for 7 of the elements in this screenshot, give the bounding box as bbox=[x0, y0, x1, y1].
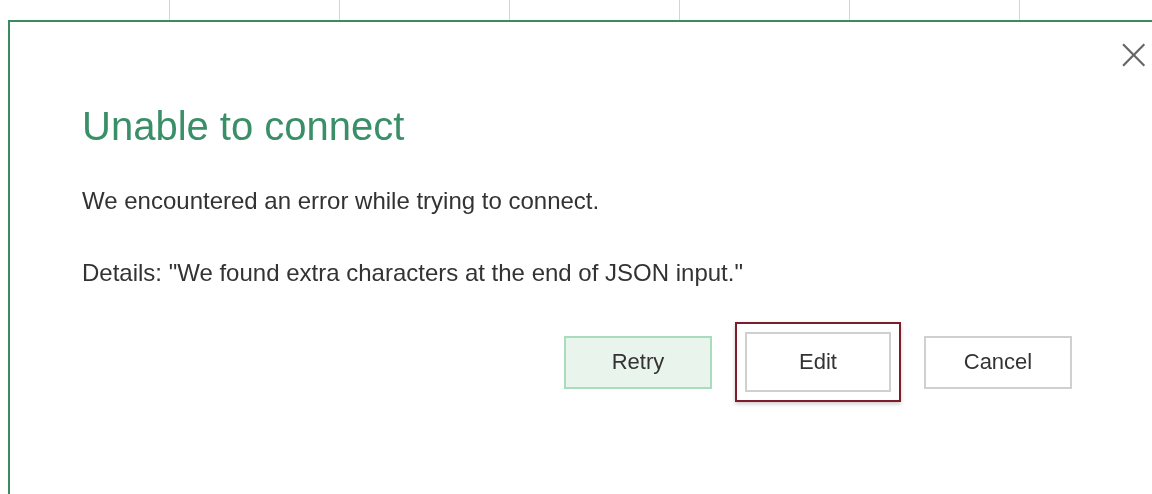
dialog-button[interactable]: Retry bbox=[564, 335, 712, 389]
error-details: Details: "We found extra characters at the end of JSON input." bbox=[82, 259, 744, 287]
dialog-button[interactable]: Edit bbox=[735, 322, 901, 402]
close-button[interactable]: × bbox=[1115, 34, 1152, 74]
error-message: We encountered an error while trying to connect. bbox=[82, 187, 601, 215]
dialog-title: Unable to connect bbox=[82, 104, 406, 149]
dialog-button[interactable]: Cancel bbox=[924, 335, 1072, 389]
